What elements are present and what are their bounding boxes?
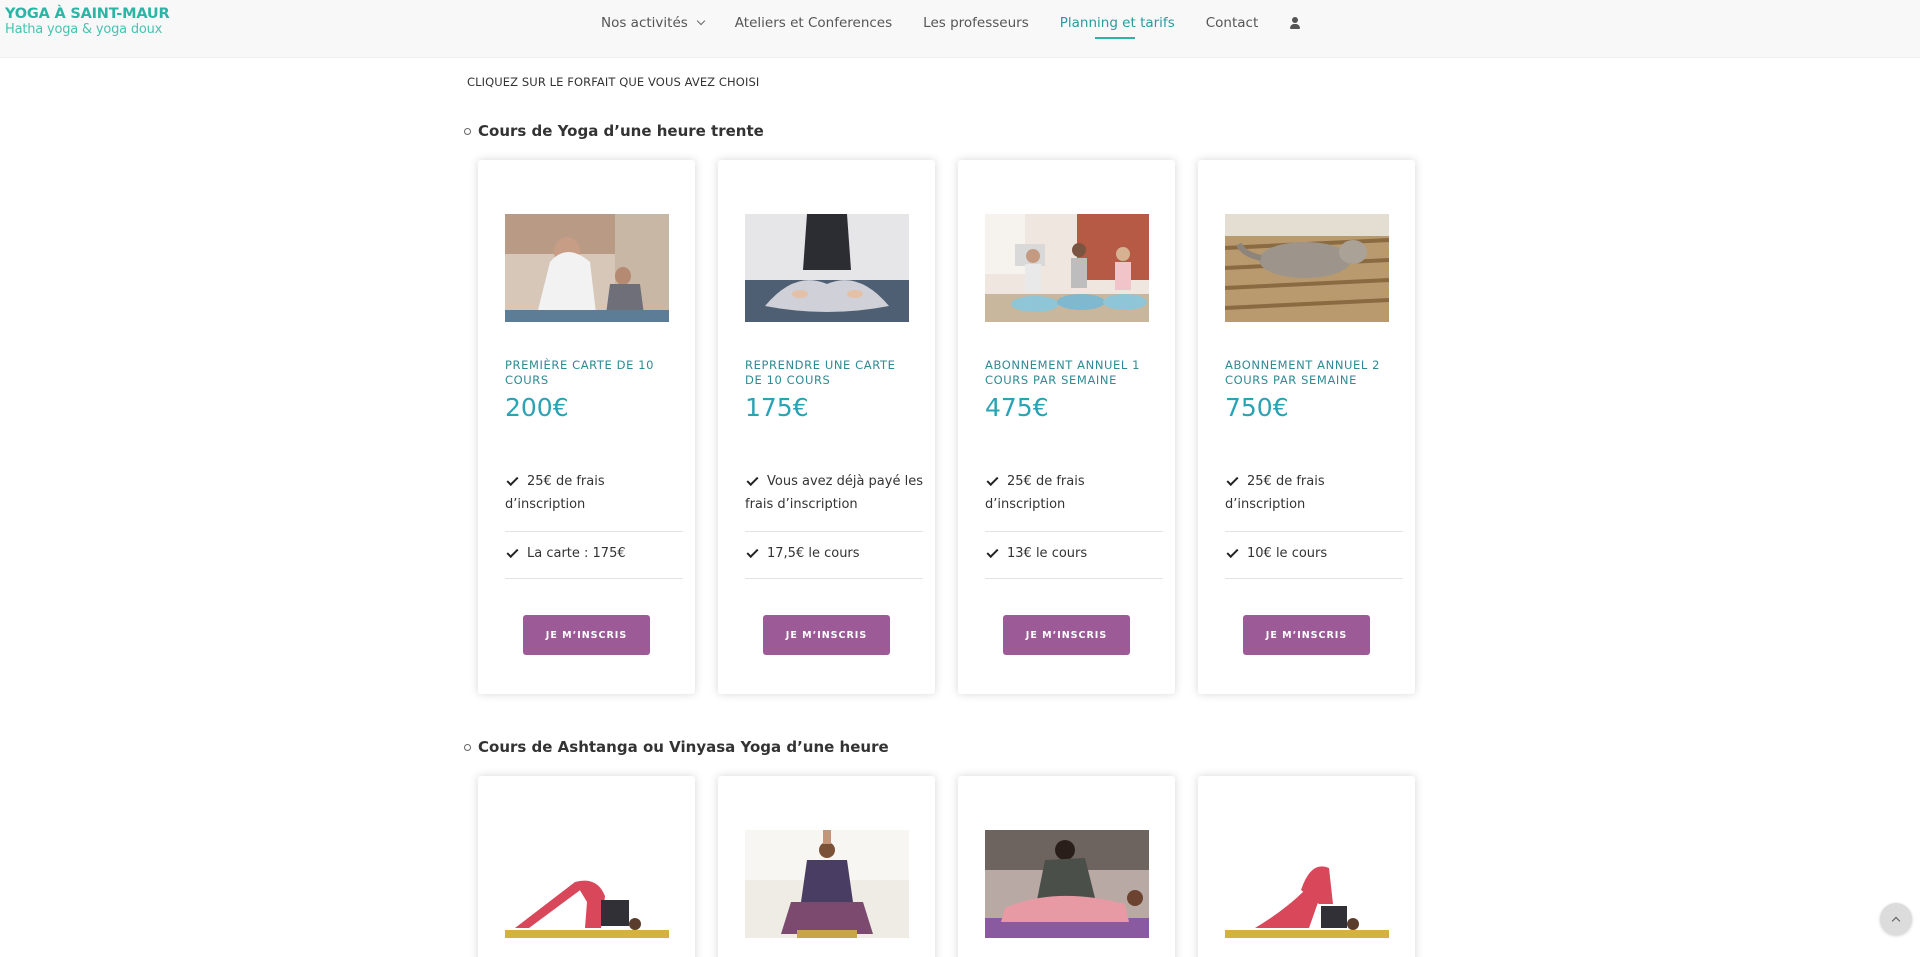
feature-text: 25€ de frais d’inscription: [1225, 474, 1325, 512]
feature-text: 10€ le cours: [1247, 546, 1328, 561]
pricing-card: REPRENDRE UNE CARTE DE 10 COURS 175€ Vou…: [718, 160, 935, 694]
plan-title: PREMIÈRE CARTE DE 10 COURS: [505, 358, 655, 387]
feature-item: La carte : 175€: [505, 542, 683, 565]
divider: [1225, 578, 1403, 579]
plan-title: ABONNEMENT ANNUEL 1 COURS PAR SEMAINE: [985, 358, 1141, 387]
plan-price: 475€: [985, 393, 1049, 422]
cat-stretching-photo: [1225, 214, 1389, 322]
section-title: Cours de Yoga d’une heure trente: [464, 122, 764, 140]
signup-button[interactable]: JE M’INSCRIS: [763, 615, 890, 655]
section-title-text: Cours de Yoga d’une heure trente: [478, 122, 764, 140]
chevron-down-icon: [696, 16, 706, 26]
pricing-card: [718, 776, 935, 957]
pricing-card: [478, 776, 695, 957]
lotus-pose-photo: [745, 214, 909, 322]
intro-text: CLIQUEZ SUR LE FORFAIT QUE VOUS AVEZ CHO…: [467, 75, 760, 89]
pricing-card: ABONNEMENT ANNUEL 1 COURS PAR SEMAINE 47…: [958, 160, 1175, 694]
nav-item-planning[interactable]: Planning et tarifs: [1060, 0, 1175, 46]
site-logo[interactable]: YOGA À SAINT-MAUR Hatha yoga & yoga doux: [5, 6, 170, 37]
scroll-to-top-button[interactable]: [1880, 903, 1912, 935]
logo-subtitle: Hatha yoga & yoga doux: [5, 21, 163, 37]
check-icon: [986, 473, 999, 486]
nav-item-professeurs[interactable]: Les professeurs: [923, 0, 1029, 46]
nav-item-contact[interactable]: Contact: [1206, 0, 1259, 46]
feature-item: 17,5€ le cours: [745, 542, 923, 565]
nav-label: Planning et tarifs: [1059, 15, 1175, 31]
divider: [505, 531, 683, 532]
check-icon: [746, 545, 759, 558]
divider: [1225, 531, 1403, 532]
plan-price: 750€: [1225, 393, 1289, 422]
feature-text: 13€ le cours: [1007, 546, 1088, 561]
signup-button[interactable]: JE M’INSCRIS: [1243, 615, 1370, 655]
divider: [505, 578, 683, 579]
pricing-card: [958, 776, 1175, 957]
seated-twist-photo: [745, 830, 909, 938]
feature-item: 25€ de frais d’inscription: [505, 470, 683, 516]
plan-title: REPRENDRE UNE CARTE DE 10 COURS: [745, 358, 896, 387]
user-icon: [1289, 16, 1301, 30]
feature-text: 25€ de frais d’inscription: [985, 474, 1085, 512]
feature-text: 17,5€ le cours: [767, 546, 860, 561]
plan-price: 175€: [745, 393, 809, 422]
bullet-icon: [464, 127, 471, 135]
divider: [985, 578, 1163, 579]
check-icon: [506, 473, 519, 486]
check-icon: [506, 545, 519, 558]
assisted-stretch-photo: [985, 830, 1149, 938]
feature-text: 25€ de frais d’inscription: [505, 474, 605, 512]
signup-button[interactable]: JE M’INSCRIS: [523, 615, 650, 655]
logo-title: YOGA À SAINT-MAUR: [5, 6, 170, 22]
feature-text: Vous avez déjà payé les frais d’inscript…: [745, 474, 923, 512]
nav-label: Nos activités: [601, 15, 688, 31]
plan-price: 200€: [505, 393, 569, 422]
feature-text: La carte : 175€: [527, 546, 626, 561]
check-icon: [1226, 545, 1239, 558]
feature-item: 25€ de frais d’inscription: [985, 470, 1163, 516]
knee-to-ear-pose-photo: [1225, 830, 1389, 938]
chevron-up-icon: [1891, 916, 1901, 925]
nav-item-activites[interactable]: Nos activités: [601, 0, 706, 46]
plow-pose-photo: [505, 830, 669, 938]
check-icon: [746, 473, 759, 486]
bullet-icon: [464, 743, 471, 751]
divider: [745, 531, 923, 532]
feature-item: 10€ le cours: [1225, 542, 1403, 565]
nav-label: Contact: [1205, 15, 1259, 31]
nav-label: Les professeurs: [923, 15, 1029, 31]
main-nav: Nos activités Ateliers et Conferences Le…: [601, 0, 1332, 46]
signup-button[interactable]: JE M’INSCRIS: [1003, 615, 1130, 655]
nav-item-ateliers[interactable]: Ateliers et Conferences: [735, 0, 892, 46]
divider: [745, 578, 923, 579]
nav-label: Ateliers et Conferences: [734, 15, 893, 31]
feature-item: 13€ le cours: [985, 542, 1163, 565]
feature-item: 25€ de frais d’inscription: [1225, 470, 1403, 516]
feature-item: Vous avez déjà payé les frais d’inscript…: [745, 470, 923, 516]
nav-item-account[interactable]: [1289, 0, 1301, 46]
yoga-class-photo: [505, 214, 669, 322]
site-header: YOGA À SAINT-MAUR Hatha yoga & yoga doux…: [0, 0, 1920, 58]
pricing-card: [1198, 776, 1415, 957]
section-title: Cours de Ashtanga ou Vinyasa Yoga d’une …: [464, 738, 889, 756]
check-icon: [1226, 473, 1239, 486]
group-meditation-photo: [985, 214, 1149, 322]
pricing-card: PREMIÈRE CARTE DE 10 COURS 200€ 25€ de f…: [478, 160, 695, 694]
plan-title: ABONNEMENT ANNUEL 2 COURS PAR SEMAINE: [1225, 358, 1381, 387]
section-title-text: Cours de Ashtanga ou Vinyasa Yoga d’une …: [478, 738, 889, 756]
pricing-card: ABONNEMENT ANNUEL 2 COURS PAR SEMAINE 75…: [1198, 160, 1415, 694]
check-icon: [986, 545, 999, 558]
divider: [985, 531, 1163, 532]
